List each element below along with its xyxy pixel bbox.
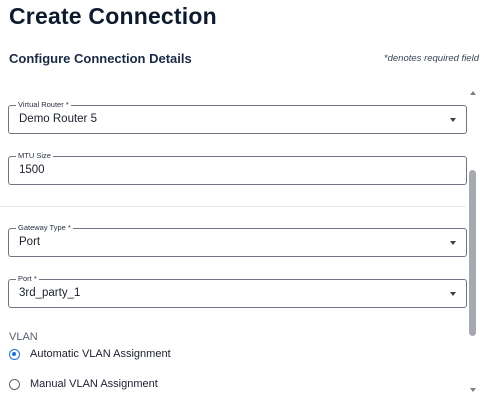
gateway-type-value: Port: [19, 236, 41, 248]
required-field-note: *denotes required field: [383, 53, 479, 64]
page-title: Create Connection: [9, 3, 217, 29]
virtual-router-label: Virtual Router *: [16, 100, 71, 110]
section-title: Configure Connection Details: [9, 51, 192, 66]
port-select[interactable]: Port * 3rd_party_1: [8, 274, 467, 308]
gateway-type-select[interactable]: Gateway Type * Port: [8, 223, 467, 257]
gateway-type-label: Gateway Type *: [16, 223, 73, 233]
chevron-down-icon: [450, 118, 456, 122]
section-divider: [0, 206, 466, 207]
mtu-size-label: MTU Size: [16, 151, 53, 161]
scrollbar-thumb[interactable]: [469, 170, 476, 336]
radio-label: Manual VLAN Assignment: [30, 378, 158, 390]
scroll-up-arrow-icon[interactable]: [470, 91, 476, 95]
port-label: Port *: [16, 274, 39, 284]
mtu-size-input[interactable]: MTU Size 1500: [8, 151, 467, 185]
vlan-label: VLAN: [9, 331, 38, 343]
chevron-down-icon: [450, 292, 456, 296]
radio-automatic-vlan[interactable]: Automatic VLAN Assignment: [9, 348, 171, 360]
radio-selected-icon[interactable]: [9, 348, 20, 360]
radio-manual-vlan[interactable]: Manual VLAN Assignment: [9, 378, 158, 390]
mtu-size-value: 1500: [19, 164, 45, 176]
vertical-scrollbar[interactable]: [467, 86, 481, 400]
virtual-router-value: Demo Router 5: [19, 113, 97, 125]
radio-unselected-icon[interactable]: [9, 378, 20, 390]
port-value: 3rd_party_1: [19, 287, 81, 299]
scroll-down-arrow-icon[interactable]: [470, 388, 476, 392]
radio-label: Automatic VLAN Assignment: [30, 348, 171, 360]
virtual-router-select[interactable]: Virtual Router * Demo Router 5: [8, 100, 467, 134]
chevron-down-icon: [450, 241, 456, 245]
